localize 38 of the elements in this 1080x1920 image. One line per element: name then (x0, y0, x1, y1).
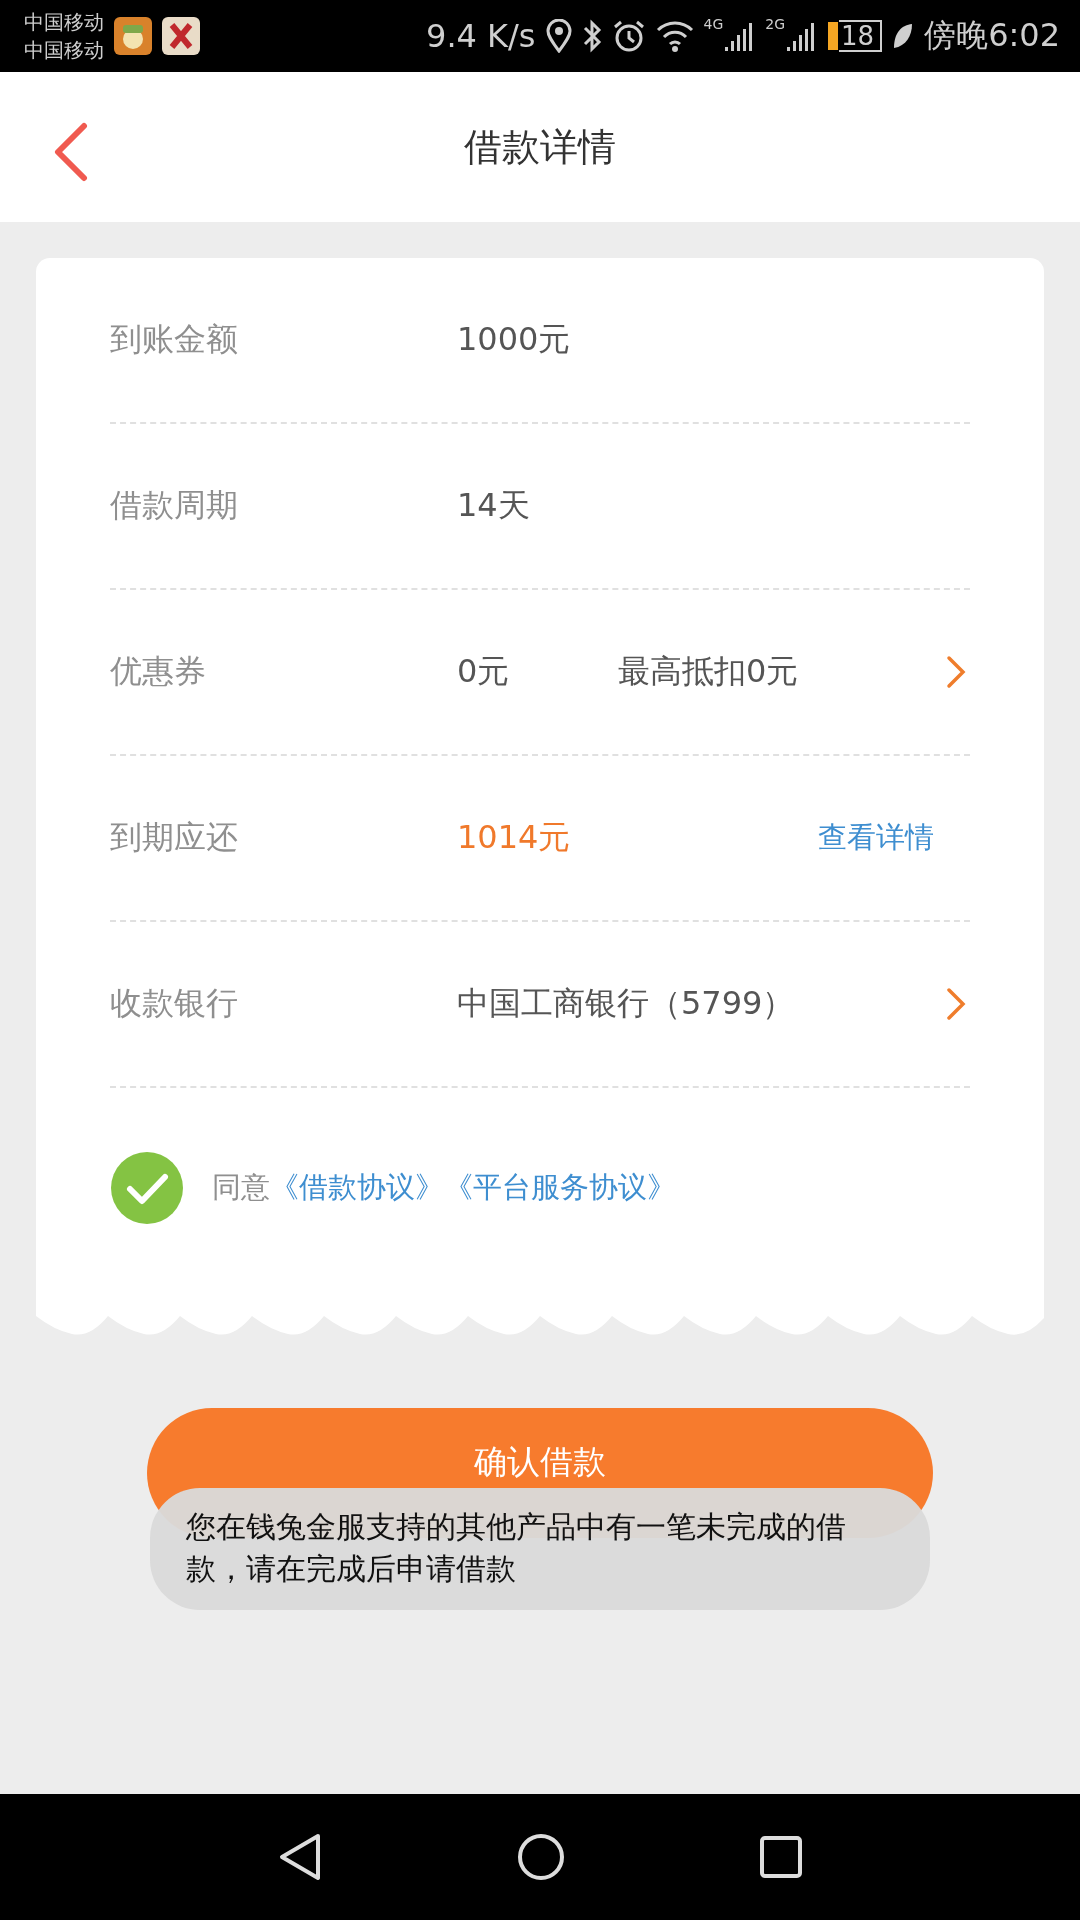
field-value: 1014元 (457, 817, 572, 858)
agreement-link[interactable]: 《平台服务协议》 (444, 1170, 676, 1204)
battery-icon (827, 21, 840, 51)
field-label: 收款银行 (110, 983, 239, 1024)
clock-time: 傍晚6:02 (924, 15, 1060, 56)
network-type-label: 2G (765, 16, 786, 32)
loan-toast: 您在钱兔金服支持的其他产品中有一笔未完成的借款，请在完成后申请借款 (150, 1488, 930, 1610)
field-value: 14天 (457, 485, 531, 526)
alarm-icon (611, 19, 646, 53)
field-value: 中国工商银行（5799） (457, 983, 795, 1024)
view-details-link[interactable]: 查看详情 (818, 818, 934, 858)
field-label: 借款周期 (110, 485, 239, 526)
recents-icon[interactable] (760, 1836, 802, 1878)
carrier-name: 中国移动 (24, 37, 104, 64)
wifi-icon (655, 20, 694, 52)
chevron-right-icon[interactable] (946, 987, 966, 1021)
bluetooth-icon (581, 19, 602, 53)
back-icon[interactable] (278, 1833, 322, 1881)
field-value: 1000元 (457, 319, 572, 360)
field-hint: 最高抵扣0元 (618, 651, 799, 692)
field-label: 到期应还 (110, 817, 239, 858)
location-icon (545, 19, 572, 53)
chevron-right-icon[interactable] (946, 655, 966, 689)
page-title: 借款详情 (464, 123, 616, 171)
agreement-link[interactable]: 《借款协议》 (270, 1170, 444, 1204)
field-value: 0元 (457, 651, 511, 692)
network-speed: 9.4 K/s (426, 17, 536, 55)
field-label: 优惠券 (110, 651, 207, 692)
carrier-name: 中国移动 (24, 9, 104, 36)
checkbox[interactable] (110, 1151, 184, 1225)
leaf-icon (892, 22, 915, 50)
app-icon (114, 17, 152, 55)
app-icon (162, 17, 200, 55)
network-type-label: 4G (703, 16, 724, 32)
field-label: 到账金额 (110, 319, 239, 360)
battery-level: 18 (839, 20, 883, 52)
home-icon[interactable] (517, 1833, 565, 1881)
agreement-text: 同意《借款协议》《平台服务协议》 (212, 1169, 676, 1206)
